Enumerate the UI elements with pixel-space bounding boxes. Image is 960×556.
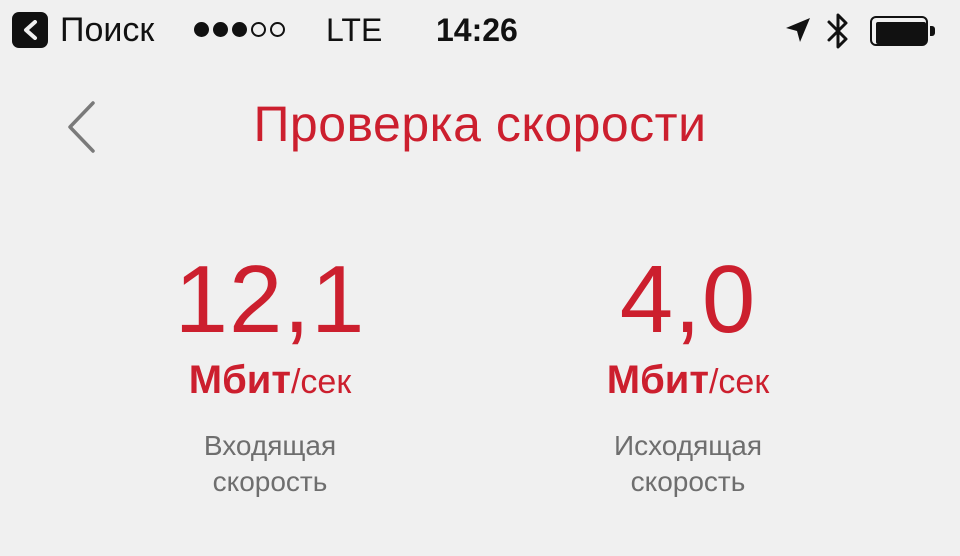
page-title: Проверка скорости <box>253 96 707 152</box>
outgoing-speed-block: 4,0 Мбит/сек Исходящая скорость <box>538 250 838 500</box>
incoming-speed-block: 12,1 Мбит/сек Входящая скорость <box>120 250 420 500</box>
signal-dot-filled <box>232 22 247 37</box>
outgoing-speed-value: 4,0 <box>619 246 757 353</box>
status-bar: Поиск LTE 14:26 <box>0 0 960 64</box>
nav-back-button[interactable] <box>56 96 104 156</box>
outgoing-unit-main: Мбит <box>606 358 709 402</box>
network-type: LTE <box>326 12 383 48</box>
outgoing-speed-label: Исходящая скорость <box>613 430 763 497</box>
signal-dot-filled <box>194 22 209 37</box>
incoming-speed-unit: Мбит/сек <box>120 354 420 406</box>
battery-fill <box>876 22 926 44</box>
battery-body <box>870 16 928 46</box>
status-back-button[interactable] <box>12 12 48 48</box>
battery-tip <box>930 26 935 36</box>
signal-dot-empty <box>270 22 285 37</box>
back-arrow-icon <box>24 20 37 40</box>
incoming-unit-sub: /сек <box>290 363 352 401</box>
status-time: 14:26 <box>436 12 518 48</box>
signal-dot-filled <box>213 22 228 37</box>
location-arrow-icon <box>786 18 810 42</box>
status-back-app-label[interactable]: Поиск <box>60 8 154 52</box>
incoming-speed-label: Входящая скорость <box>203 430 337 497</box>
chevron-left-icon <box>68 101 95 153</box>
incoming-speed-value: 12,1 <box>174 246 366 353</box>
signal-dot-empty <box>251 22 266 37</box>
signal-strength-indicator <box>194 22 285 40</box>
battery-icon <box>870 16 936 46</box>
incoming-unit-main: Мбит <box>188 358 291 402</box>
outgoing-speed-unit: Мбит/сек <box>538 354 838 406</box>
bluetooth-icon <box>827 13 848 49</box>
outgoing-unit-sub: /сек <box>708 363 770 401</box>
